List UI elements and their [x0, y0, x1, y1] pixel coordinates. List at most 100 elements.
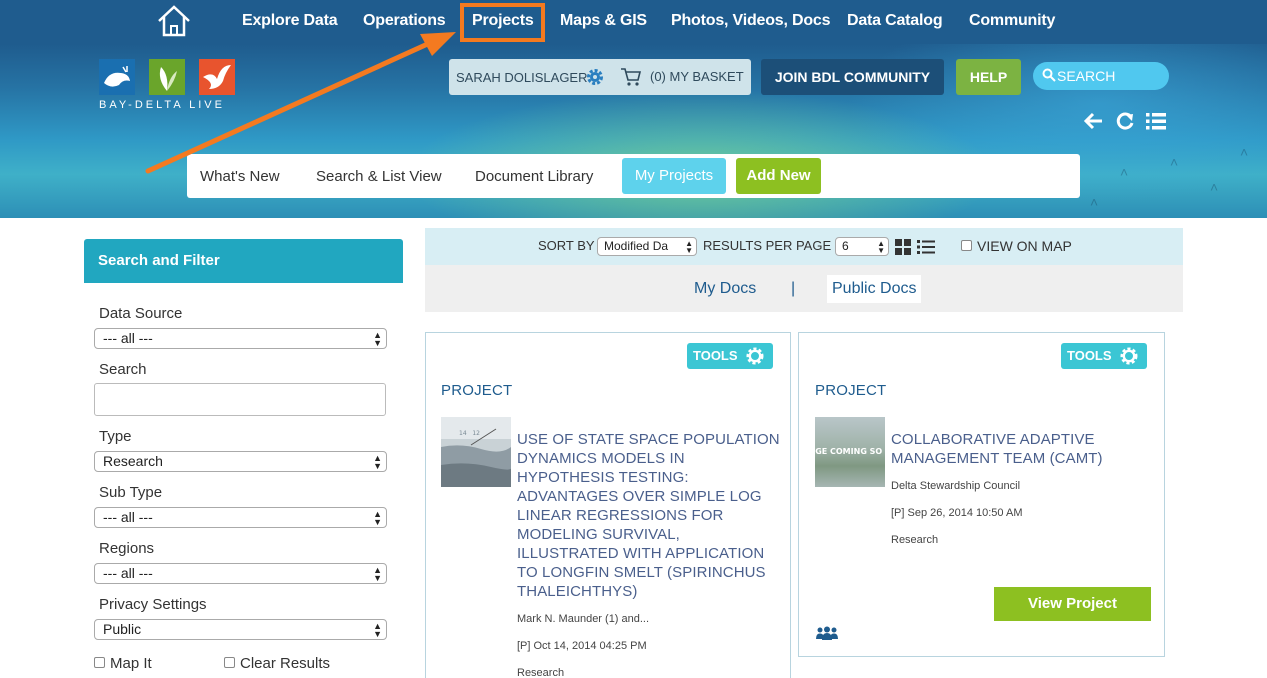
filter-search-input[interactable] — [94, 383, 386, 416]
sort-by-select[interactable]: Modified Da ▲ ▼ — [597, 237, 697, 256]
gear-icon — [1120, 347, 1138, 365]
projects-subnav: What's New Search & List View Document L… — [187, 154, 1080, 198]
list-view-icon[interactable] — [917, 239, 935, 255]
bird-silhouette-icon: ˄ — [1170, 154, 1179, 170]
subnav-my-projects[interactable]: My Projects — [622, 158, 726, 194]
card-type-label: PROJECT — [441, 382, 513, 399]
subnav-search-list-view[interactable]: Search & List View — [316, 168, 442, 185]
logo-text: BAY-DELTA LIVE — [99, 99, 225, 111]
clear-results-option[interactable]: Clear Results — [224, 655, 330, 672]
view-on-map-option[interactable]: VIEW ON MAP — [961, 238, 1072, 254]
subtype-label: Sub Type — [99, 484, 163, 501]
bird-logo-icon[interactable] — [199, 59, 235, 95]
add-new-button[interactable]: Add New — [736, 158, 821, 194]
privacy-value: Public — [103, 621, 142, 637]
map-it-checkbox[interactable] — [94, 657, 105, 668]
cart-icon[interactable] — [620, 67, 642, 87]
map-it-label: Map It — [110, 655, 152, 672]
view-on-map-label: VIEW ON MAP — [977, 238, 1072, 254]
search-label: Search — [99, 361, 147, 378]
sort-by-value: Modified Da — [604, 239, 669, 253]
gear-icon[interactable] — [585, 67, 605, 87]
back-arrow-icon[interactable] — [1083, 110, 1105, 132]
tab-my-docs[interactable]: My Docs — [694, 280, 756, 298]
nav-explore-data[interactable]: Explore Data — [242, 12, 338, 30]
projects-highlight-box — [460, 3, 545, 42]
nav-community[interactable]: Community — [969, 12, 1055, 30]
nav-data-catalog[interactable]: Data Catalog — [847, 12, 943, 30]
tools-label: TOOLS — [693, 348, 738, 363]
regions-value: --- all --- — [103, 565, 153, 581]
type-label: Type — [99, 428, 132, 445]
project-thumbnail[interactable]: AGE COMING SO — [815, 417, 885, 487]
nav-photos-videos-docs[interactable]: Photos, Videos, Docs — [671, 12, 831, 30]
bird-silhouette-icon: ˄ — [1240, 144, 1249, 160]
tab-public-docs[interactable]: Public Docs — [827, 275, 922, 303]
gear-icon — [746, 347, 764, 365]
select-arrows-icon: ▲ ▼ — [685, 239, 693, 255]
card-category: Research — [517, 667, 565, 678]
subnav-document-library[interactable]: Document Library — [475, 168, 593, 185]
results-per-page-select[interactable]: 6 ▲ ▼ — [835, 237, 889, 256]
tools-button[interactable]: TOOLS — [1061, 343, 1147, 369]
data-source-value: --- all --- — [103, 330, 153, 346]
tab-separator: | — [791, 280, 796, 297]
home-icon[interactable] — [156, 4, 192, 38]
regions-label: Regions — [99, 540, 155, 557]
card-title[interactable]: COLLABORATIVE ADAPTIVE MANAGEMENT TEAM (… — [891, 430, 1146, 468]
leaf-logo-icon[interactable] — [149, 59, 185, 95]
bird-silhouette-icon: ˄ — [1120, 164, 1129, 180]
card-date: [P] Sep 26, 2014 10:50 AM — [891, 507, 1023, 519]
map-it-option[interactable]: Map It — [94, 655, 152, 672]
card-date: [P] Oct 14, 2014 04:25 PM — [517, 640, 647, 652]
top-search-input[interactable] — [1057, 66, 1162, 86]
card-type-label: PROJECT — [815, 382, 887, 399]
select-arrows-icon: ▲ ▼ — [373, 565, 382, 583]
privacy-select[interactable]: Public ▲ ▼ — [94, 619, 387, 640]
subnav-whats-new[interactable]: What's New — [200, 168, 280, 185]
basket-link[interactable]: (0) MY BASKET — [650, 69, 744, 84]
search-filter-header: Search and Filter — [84, 239, 403, 283]
data-source-label: Data Source — [99, 305, 183, 322]
svg-text:14 12: 14 12 — [459, 430, 480, 437]
select-arrows-icon: ▲ ▼ — [373, 453, 382, 471]
view-on-map-checkbox[interactable] — [961, 240, 972, 251]
list-menu-icon[interactable] — [1145, 110, 1167, 132]
user-account-box: SARAH DOLISLAGER (0) MY BASKET — [449, 59, 751, 95]
results-per-page-value: 6 — [842, 239, 849, 253]
type-select[interactable]: Research ▲ ▼ — [94, 451, 387, 472]
project-thumbnail[interactable]: 14 12 — [441, 417, 511, 487]
select-arrows-icon: ▲ ▼ — [373, 330, 382, 348]
whale-logo-icon[interactable] — [99, 59, 135, 95]
sort-toolbar: SORT BY Modified Da ▲ ▼ RESULTS PER PAGE … — [425, 228, 1183, 265]
join-community-button[interactable]: JOIN BDL COMMUNITY — [761, 59, 944, 95]
regions-select[interactable]: --- all --- ▲ ▼ — [94, 563, 387, 584]
results-per-page-label: RESULTS PER PAGE — [703, 238, 832, 253]
clear-results-checkbox[interactable] — [224, 657, 235, 668]
tools-button[interactable]: TOOLS — [687, 343, 773, 369]
grid-view-icon[interactable] — [895, 239, 911, 255]
help-button[interactable]: HELP — [956, 59, 1021, 95]
top-navigation-bar: Explore Data Operations Projects Maps & … — [0, 0, 1267, 44]
data-source-select[interactable]: --- all --- ▲ ▼ — [94, 328, 387, 349]
select-arrows-icon: ▲ ▼ — [373, 509, 382, 527]
refresh-icon[interactable] — [1114, 110, 1136, 132]
card-author: Delta Stewardship Council — [891, 480, 1021, 492]
tools-label: TOOLS — [1067, 348, 1112, 363]
docs-tab-bar: My Docs | Public Docs — [425, 265, 1183, 312]
subtype-select[interactable]: --- all --- ▲ ▼ — [94, 507, 387, 528]
nav-maps-gis[interactable]: Maps & GIS — [560, 12, 647, 30]
select-arrows-icon: ▲ ▼ — [877, 239, 885, 255]
nav-operations[interactable]: Operations — [363, 12, 446, 30]
subtype-value: --- all --- — [103, 509, 153, 525]
type-value: Research — [103, 453, 163, 469]
user-name[interactable]: SARAH DOLISLAGER — [456, 70, 588, 85]
card-author: Mark N. Maunder (1) and... — [517, 613, 650, 625]
search-icon — [1042, 68, 1056, 82]
card-title[interactable]: USE OF STATE SPACE POPULATION DYNAMICS M… — [517, 430, 782, 601]
view-project-button[interactable]: View Project — [994, 587, 1151, 621]
bird-silhouette-icon: ˄ — [1210, 179, 1219, 195]
sort-by-label: SORT BY — [538, 238, 595, 253]
top-search-box — [1033, 62, 1169, 90]
clear-results-label: Clear Results — [240, 655, 331, 672]
